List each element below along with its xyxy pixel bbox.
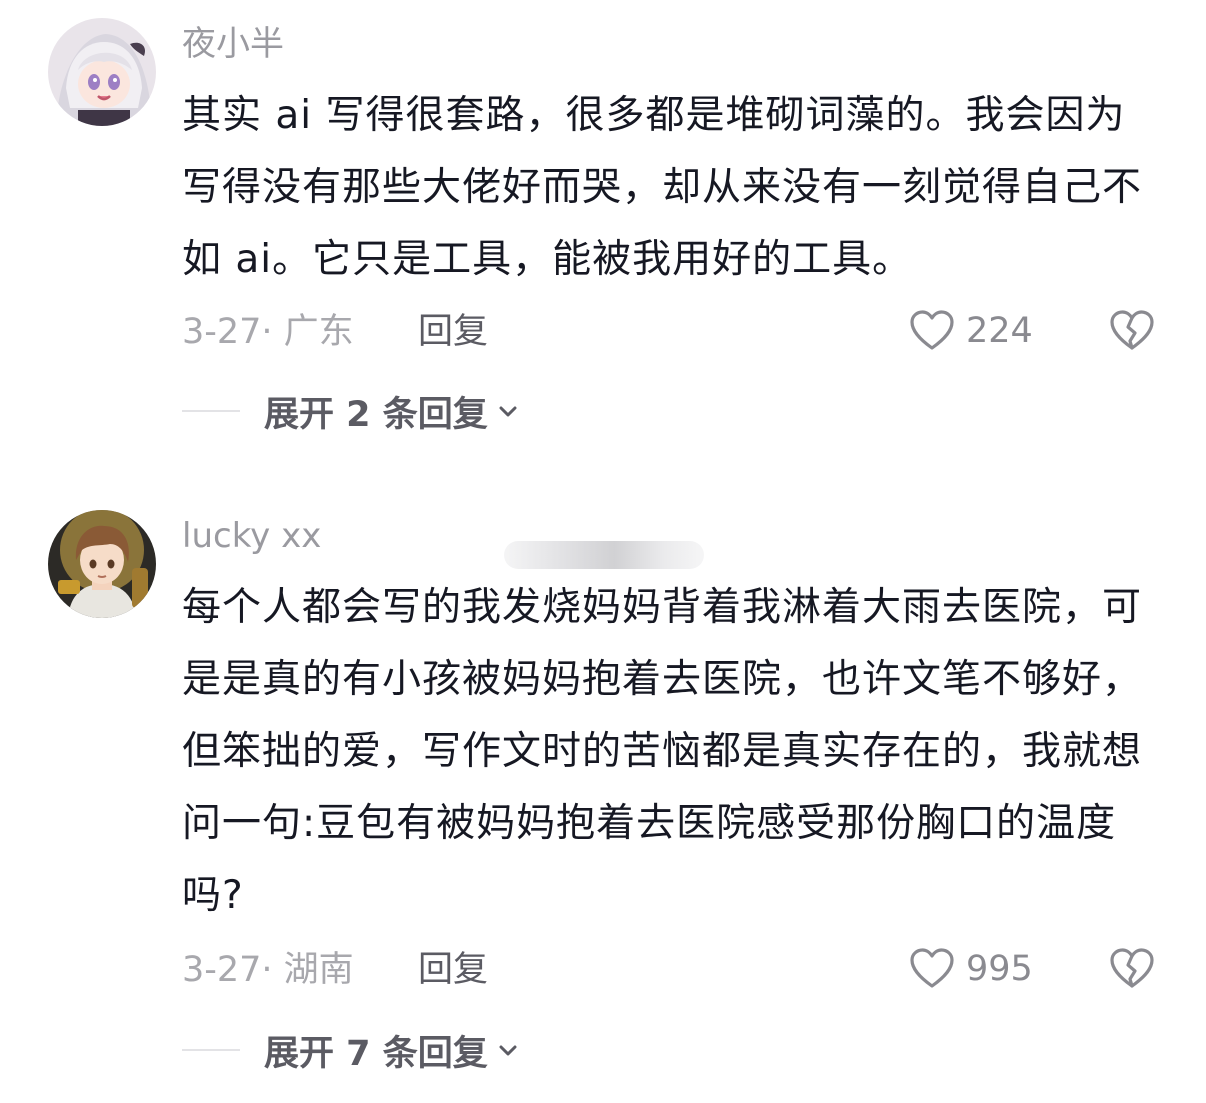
- chevron-down-icon: [499, 406, 517, 417]
- divider: [182, 1049, 240, 1051]
- comment-date-location: 3-27· 广东: [182, 312, 354, 352]
- divider: [182, 410, 240, 412]
- avatar-anime-girl-icon: [48, 18, 156, 126]
- reply-button[interactable]: 回复: [418, 310, 488, 354]
- username[interactable]: lucky xx: [182, 516, 321, 556]
- avatar-anime-boy-icon: [48, 510, 156, 618]
- expand-replies-button[interactable]: 展开 7 条回复: [182, 1025, 520, 1075]
- reply-button[interactable]: 回复: [418, 948, 488, 992]
- heart-icon: [910, 948, 954, 988]
- dislike-button[interactable]: [1108, 307, 1156, 355]
- chevron-down-icon: [499, 1045, 517, 1056]
- like-count: 995: [966, 949, 1033, 989]
- comment-text: 其实 ai 写得很套路，很多都是堆砌词藻的。我会因为写得没有那些大佬好而哭，却从…: [182, 93, 1143, 282]
- like-count: 224: [966, 311, 1033, 351]
- dislike-button[interactable]: [1108, 945, 1156, 993]
- expand-replies-button[interactable]: 展开 2 条回复: [182, 386, 520, 436]
- expand-replies-label: 展开 7 条回复: [264, 1033, 488, 1074]
- expand-replies-label: 展开 2 条回复: [264, 394, 488, 435]
- heart-icon: [910, 310, 954, 350]
- broken-heart-icon: [1110, 948, 1154, 988]
- comment-text: 每个人都会写的我发烧妈妈背着我淋着大雨去医院，可是是真的有小孩被妈妈抱着去医院，…: [182, 585, 1143, 918]
- username[interactable]: 夜小半: [182, 24, 284, 64]
- blurred-label: [504, 541, 704, 569]
- comment-date-location: 3-27· 湖南: [182, 950, 354, 990]
- avatar[interactable]: [48, 510, 156, 618]
- like-button[interactable]: 995: [908, 945, 1033, 993]
- like-button[interactable]: 224: [908, 307, 1033, 355]
- broken-heart-icon: [1110, 310, 1154, 350]
- avatar[interactable]: [48, 18, 156, 126]
